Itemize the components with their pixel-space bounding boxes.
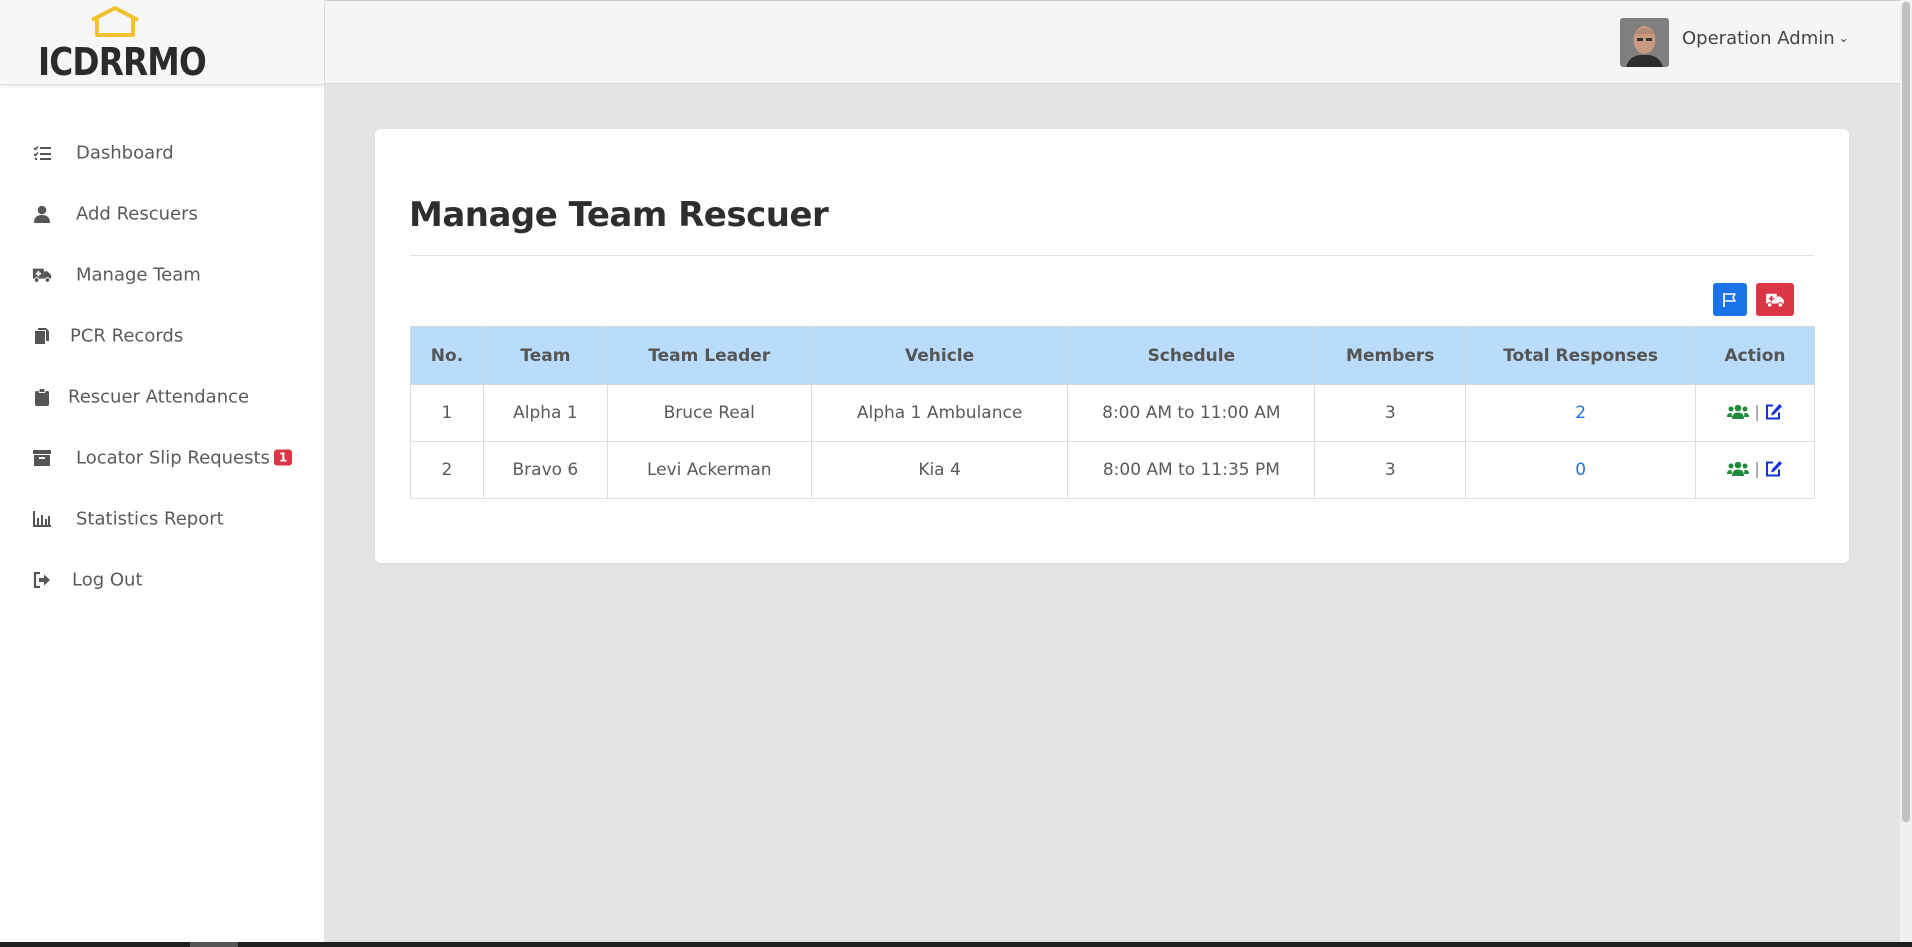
sidebar-item-rescuer-attendance[interactable]: Rescuer Attendance <box>0 366 324 427</box>
bar-chart-icon <box>32 509 52 529</box>
sidebar-item-label: Log Out <box>72 569 143 590</box>
content-card: Manage Team Rescuer No. Team Team Leader… <box>375 129 1849 563</box>
user-menu-toggle[interactable]: Operation Admin ⌄ <box>1682 28 1849 49</box>
sidebar-item-label: PCR Records <box>70 325 184 346</box>
cell-total-responses: 0 <box>1465 441 1697 499</box>
house-icon <box>91 6 139 37</box>
sidebar-item-dashboard[interactable]: Dashboard <box>0 122 324 183</box>
edit-icon[interactable] <box>1765 460 1783 477</box>
sidebar-item-label: Statistics Report <box>76 508 224 529</box>
sidebar-item-label: Manage Team <box>76 264 201 285</box>
cell-action: | <box>1695 384 1815 442</box>
sidebar-item-manage-team[interactable]: Manage Team <box>0 244 324 305</box>
archive-icon <box>32 448 52 468</box>
sidebar-nav: Dashboard Add Rescuers Manage Team PCR R… <box>0 122 324 610</box>
sidebar-item-label: Add Rescuers <box>76 203 198 224</box>
vertical-scrollbar[interactable] <box>1900 0 1912 942</box>
copy-icon <box>32 326 52 346</box>
column-header: Action <box>1695 326 1815 385</box>
sidebar: ICDRRMO Dashboard Add Rescuers Manage Te… <box>0 0 325 942</box>
cell-members: 3 <box>1314 441 1467 499</box>
sidebar-item-pcr-records[interactable]: PCR Records <box>0 305 324 366</box>
cell-schedule: 8:00 AM to 11:35 PM <box>1067 441 1316 499</box>
column-header[interactable]: Vehicle <box>810 326 1069 385</box>
action-separator: | <box>1754 402 1760 421</box>
list-check-icon <box>32 143 52 163</box>
ambulance-icon <box>1766 293 1784 308</box>
column-header[interactable]: No. <box>410 326 484 385</box>
cell-action: | <box>1695 441 1815 499</box>
cell-schedule: 8:00 AM to 11:00 AM <box>1067 384 1316 442</box>
brand-name: ICDRRMO <box>38 40 207 84</box>
users-icon[interactable] <box>1727 461 1750 476</box>
ambulance-icon <box>32 265 52 285</box>
chevron-down-icon: ⌄ <box>1838 31 1849 45</box>
cell-vehicle: Kia 4 <box>810 441 1069 499</box>
bottom-bar <box>0 942 1912 947</box>
column-header[interactable]: Members <box>1314 326 1467 385</box>
user-icon <box>32 204 52 224</box>
flag-icon <box>1723 292 1736 307</box>
sidebar-item-label: Locator Slip Requests 1 <box>76 447 293 468</box>
sidebar-item-locator-slip-requests[interactable]: Locator Slip Requests 1 <box>0 427 324 488</box>
column-header[interactable]: Schedule <box>1067 326 1316 385</box>
sidebar-item-label: Rescuer Attendance <box>68 386 250 407</box>
cell-members: 3 <box>1314 384 1467 442</box>
cell-team-leader: Bruce Real <box>606 384 812 442</box>
column-header[interactable]: Team Leader <box>606 326 812 385</box>
ambulance-button[interactable] <box>1756 283 1794 316</box>
cell-total-responses: 2 <box>1465 384 1697 442</box>
brand-logo[interactable]: ICDRRMO <box>0 0 324 85</box>
cell-team: Alpha 1 <box>482 384 608 442</box>
cell-vehicle: Alpha 1 Ambulance <box>810 384 1069 442</box>
flag-button[interactable] <box>1713 283 1747 316</box>
sidebar-item-add-rescuers[interactable]: Add Rescuers <box>0 183 324 244</box>
teams-table: No. Team Team Leader Vehicle Schedule Me… <box>410 326 1815 499</box>
cell-team-leader: Levi Ackerman <box>606 441 812 499</box>
cell-no: 2 <box>410 441 484 499</box>
sign-out-icon <box>32 570 52 590</box>
column-header[interactable]: Team <box>482 326 608 385</box>
table-header-row: No. Team Team Leader Vehicle Schedule Me… <box>410 326 1815 385</box>
sidebar-item-statistics-report[interactable]: Statistics Report <box>0 488 324 549</box>
scrollbar-thumb[interactable] <box>1902 2 1910 822</box>
user-name: Operation Admin <box>1682 28 1835 49</box>
cell-no: 1 <box>410 384 484 442</box>
cell-team: Bravo 6 <box>482 441 608 499</box>
sidebar-item-text: Locator Slip Requests <box>76 447 270 468</box>
total-responses-link[interactable]: 2 <box>1575 403 1586 423</box>
column-header[interactable]: Total Responses <box>1465 326 1697 385</box>
title-divider <box>410 255 1814 256</box>
page-title: Manage Team Rescuer <box>409 195 829 235</box>
edit-icon[interactable] <box>1765 403 1783 420</box>
action-separator: | <box>1754 459 1760 478</box>
table-row: 2 Bravo 6 Levi Ackerman Kia 4 8:00 AM to… <box>410 441 1815 499</box>
sidebar-item-log-out[interactable]: Log Out <box>0 549 324 610</box>
notification-badge: 1 <box>273 449 293 465</box>
table-row: 1 Alpha 1 Bruce Real Alpha 1 Ambulance 8… <box>410 384 1815 442</box>
total-responses-link[interactable]: 0 <box>1575 460 1586 480</box>
avatar[interactable] <box>1620 18 1669 67</box>
sidebar-item-label: Dashboard <box>76 142 174 163</box>
users-icon[interactable] <box>1727 404 1750 419</box>
clipboard-icon <box>32 387 52 407</box>
bottom-bar-segment <box>190 942 238 947</box>
